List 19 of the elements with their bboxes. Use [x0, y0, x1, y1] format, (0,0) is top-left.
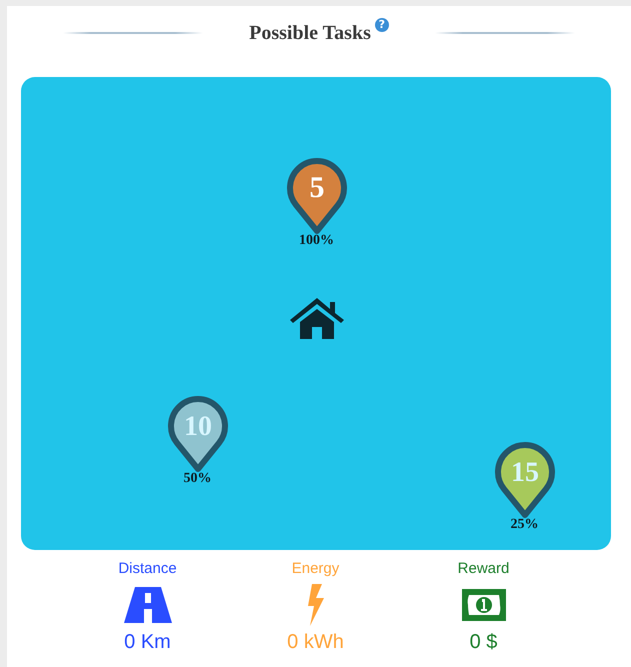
- stat-label: Energy: [292, 560, 340, 577]
- pin-percentage: 50%: [184, 471, 212, 487]
- stat-value: 0 Km: [124, 631, 171, 654]
- pin-percentage: 25%: [510, 517, 538, 533]
- lightning-icon: [308, 584, 324, 626]
- home-icon: [288, 296, 344, 340]
- section-title: Possible Tasks: [249, 22, 371, 44]
- stat-label: Reward: [458, 560, 510, 577]
- stat-label: Distance: [118, 560, 177, 577]
- pin-number: 5: [309, 171, 324, 204]
- map-pin[interactable]: 5: [286, 157, 348, 235]
- pin-number: 10: [184, 411, 212, 442]
- stat-value: 0 kWh: [287, 631, 344, 654]
- pin-percentage: 100%: [299, 233, 334, 249]
- map-pin[interactable]: 15: [494, 441, 556, 519]
- help-icon[interactable]: ?: [374, 18, 389, 32]
- map-pin[interactable]: 10: [166, 395, 228, 473]
- stat-value: 0 $: [470, 631, 498, 654]
- pin-number: 15: [510, 457, 538, 488]
